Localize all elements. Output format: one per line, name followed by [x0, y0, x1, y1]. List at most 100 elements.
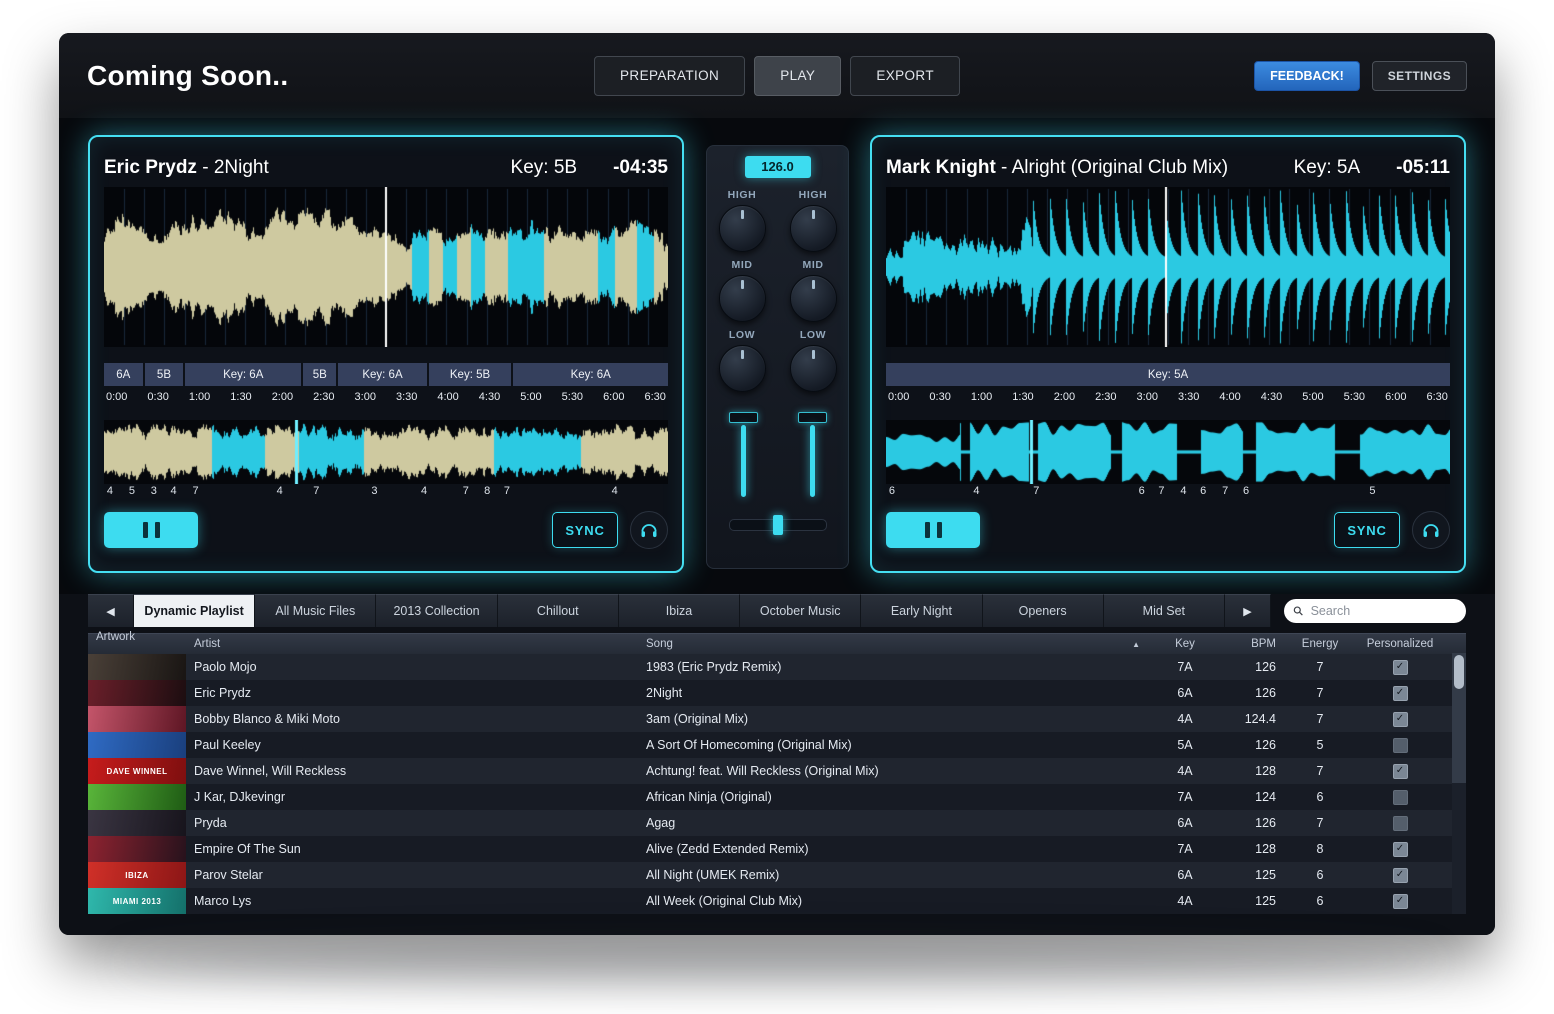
table-header: ArtworkArtistSong▲KeyBPMEnergyPersonaliz…	[88, 633, 1466, 654]
tab-openers[interactable]: Openers	[983, 594, 1104, 627]
crossfader[interactable]	[729, 519, 827, 531]
personalized-checkbox[interactable]	[1393, 816, 1408, 831]
feedback-button[interactable]: FEEDBACK!	[1254, 61, 1360, 91]
deck-right: Mark Knight - Alright (Original Club Mix…	[870, 135, 1466, 573]
headphones-button[interactable]	[1412, 511, 1450, 549]
sync-button[interactable]: SYNC	[552, 512, 618, 548]
artwork-thumbnail	[88, 706, 186, 732]
table-row[interactable]: DAVE WINNELDave Winnel, Will RecklessAch…	[88, 758, 1466, 784]
pause-button[interactable]	[886, 512, 980, 548]
deck-header: Eric Prydz - 2Night Key: 5B -04:35	[104, 153, 668, 183]
personalized-checkbox[interactable]: ✓	[1393, 660, 1408, 675]
timeline-label: 5:00	[520, 391, 541, 403]
mode-preparation-button[interactable]: PREPARATION	[594, 56, 745, 96]
sync-button[interactable]: SYNC	[1334, 512, 1400, 548]
tab-dynamic-playlist[interactable]: Dynamic Playlist	[134, 594, 255, 627]
window-shadow	[120, 940, 1440, 986]
artwork-thumbnail	[88, 836, 186, 862]
eq-knob-low-a[interactable]	[719, 345, 766, 392]
personalized-checkbox[interactable]: ✓	[1393, 868, 1408, 883]
eq-label: HIGH	[799, 189, 828, 201]
table-row[interactable]: Bobby Blanco & Miki Moto3am (Original Mi…	[88, 706, 1466, 732]
song-cell: Achtung! feat. Will Reckless (Original M…	[634, 764, 1150, 778]
energy-marks: 4534747347874	[104, 484, 668, 499]
deck-title: Mark Knight - Alright (Original Club Mix…	[886, 157, 1228, 179]
timeline-label: 2:30	[1095, 391, 1116, 403]
personalized-checkbox[interactable]	[1393, 738, 1408, 753]
eq-label: LOW	[729, 329, 755, 341]
key-segment: 5B	[145, 363, 184, 386]
column-header-key[interactable]: Key	[1150, 638, 1220, 650]
tabs-scroll-right-button[interactable]: ▶	[1225, 594, 1271, 627]
main-waveform[interactable]	[886, 187, 1450, 347]
column-header-artist[interactable]: Artist	[186, 638, 634, 650]
pause-button[interactable]	[104, 512, 198, 548]
eq-knob-mid-b[interactable]	[790, 275, 837, 322]
personalized-checkbox[interactable]: ✓	[1393, 686, 1408, 701]
table-row[interactable]: Paolo Mojo1983 (Eric Prydz Remix)7A1267✓	[88, 654, 1466, 680]
overview-waveform[interactable]	[886, 420, 1450, 484]
column-header-bpm[interactable]: BPM	[1220, 638, 1290, 650]
artwork-cell	[88, 836, 186, 862]
tab-2013-collection[interactable]: 2013 Collection	[376, 594, 497, 627]
table-row[interactable]: Paul KeeleyA Sort Of Homecoming (Origina…	[88, 732, 1466, 758]
eq-knob-high-a[interactable]	[719, 205, 766, 252]
bpm-cell: 128	[1220, 764, 1290, 778]
table-row[interactable]: PrydaAgag6A1267	[88, 810, 1466, 836]
column-header-song[interactable]: Song▲	[634, 638, 1150, 650]
artist-cell: Dave Winnel, Will Reckless	[186, 764, 634, 778]
timeline-label: 4:00	[1219, 391, 1240, 403]
tab-ibiza[interactable]: Ibiza	[619, 594, 740, 627]
song-cell: All Night (UMEK Remix)	[634, 868, 1150, 882]
table-row[interactable]: MIAMI 2013Marco LysAll Week (Original Cl…	[88, 888, 1466, 914]
personalized-checkbox[interactable]: ✓	[1393, 712, 1408, 727]
energy-mark: 5	[129, 485, 135, 497]
table-row[interactable]: IBIZAParov StelarAll Night (UMEK Remix)6…	[88, 862, 1466, 888]
eq-knob-high-b[interactable]	[790, 205, 837, 252]
song-cell: 1983 (Eric Prydz Remix)	[634, 660, 1150, 674]
timeline-label: 6:00	[1385, 391, 1406, 403]
settings-button[interactable]: SETTINGS	[1372, 61, 1467, 91]
pause-icon	[143, 522, 148, 538]
mode-play-button[interactable]: PLAY	[754, 56, 841, 96]
tab-chillout[interactable]: Chillout	[498, 594, 619, 627]
eq-knob-low-b[interactable]	[790, 345, 837, 392]
artist-cell: Bobby Blanco & Miki Moto	[186, 712, 634, 726]
personalized-checkbox[interactable]	[1393, 790, 1408, 805]
bpm-cell: 126	[1220, 816, 1290, 830]
column-header-energy[interactable]: Energy	[1290, 638, 1350, 650]
headphones-button[interactable]	[630, 511, 668, 549]
fader-left[interactable]	[729, 412, 758, 497]
fader-handle[interactable]	[798, 412, 827, 423]
timeline-label: 3:30	[1178, 391, 1199, 403]
table-scrollbar[interactable]	[1452, 653, 1466, 914]
main-waveform[interactable]	[104, 187, 668, 347]
scrollbar-thumb[interactable]	[1454, 655, 1464, 689]
table-row[interactable]: Eric Prydz2Night6A1267✓	[88, 680, 1466, 706]
energy-mark: 8	[484, 485, 490, 497]
key-cell: 6A	[1150, 686, 1220, 700]
table-row[interactable]: J Kar, DJkevingrAfrican Ninja (Original)…	[88, 784, 1466, 810]
mode-export-button[interactable]: EXPORT	[850, 56, 960, 96]
fader-right[interactable]	[798, 412, 827, 497]
tab-all-music-files[interactable]: All Music Files	[255, 594, 376, 627]
personalized-checkbox[interactable]: ✓	[1393, 894, 1408, 909]
tab-mid-set[interactable]: Mid Set	[1104, 594, 1225, 627]
fader-handle[interactable]	[729, 412, 758, 423]
personalized-checkbox[interactable]: ✓	[1393, 764, 1408, 779]
search-input[interactable]	[1309, 603, 1457, 619]
table-row[interactable]: Empire Of The SunAlive (Zedd Extended Re…	[88, 836, 1466, 862]
artist-cell: Eric Prydz	[186, 686, 634, 700]
headphones-icon	[1421, 520, 1441, 540]
tab-october-music[interactable]: October Music	[740, 594, 861, 627]
track-table: ArtworkArtistSong▲KeyBPMEnergyPersonaliz…	[88, 633, 1466, 914]
tabs-scroll-left-button[interactable]: ◀	[88, 594, 134, 627]
column-header-personalized[interactable]: Personalized	[1350, 638, 1450, 650]
energy-mark: 3	[151, 485, 157, 497]
overview-waveform[interactable]	[104, 420, 668, 484]
search-box	[1284, 599, 1466, 623]
crossfader-handle[interactable]	[773, 515, 783, 535]
tab-early-night[interactable]: Early Night	[861, 594, 982, 627]
eq-knob-mid-a[interactable]	[719, 275, 766, 322]
personalized-checkbox[interactable]: ✓	[1393, 842, 1408, 857]
